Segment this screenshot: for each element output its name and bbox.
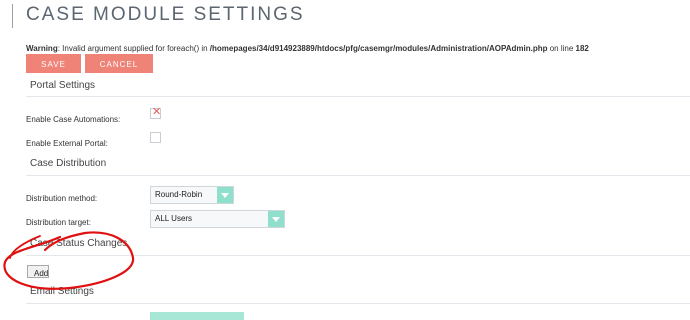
red-annotation-circle bbox=[3, 231, 135, 290]
